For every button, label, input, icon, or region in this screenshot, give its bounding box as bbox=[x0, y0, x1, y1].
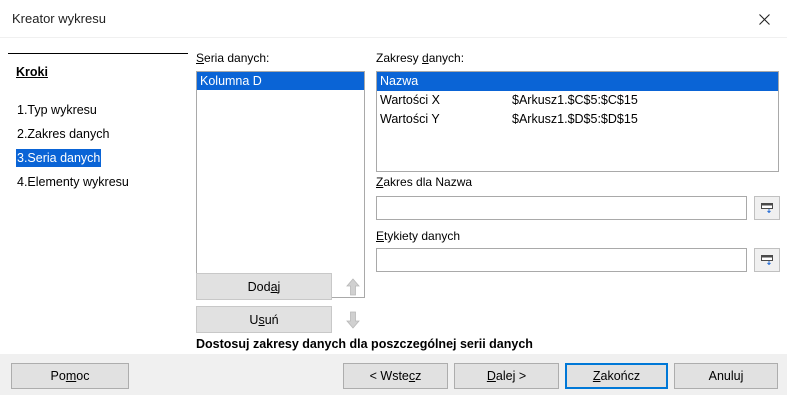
data-ranges-label: Zakresy danych: bbox=[376, 51, 465, 65]
title-bar: Kreator wykresu bbox=[0, 0, 787, 38]
shrink-range-button[interactable] bbox=[754, 196, 780, 220]
steps-heading: Kroki bbox=[16, 65, 48, 79]
shrink-icon bbox=[761, 203, 773, 213]
remove-series-button[interactable]: Us uń bbox=[196, 306, 332, 333]
move-up-button[interactable] bbox=[343, 273, 363, 301]
next-button[interactable]: Dalej > bbox=[454, 363, 559, 389]
hint-text: Dostosuj zakresy danych dla poszczególne… bbox=[196, 337, 533, 351]
range-role: Wartości X bbox=[380, 93, 440, 107]
data-series-list[interactable]: Kolumna D bbox=[196, 71, 365, 298]
range-value: $Arkusz1.$D$5:$D$15 bbox=[512, 112, 638, 126]
wizard-content: Kroki 1.Typ wykresu 2.Zakres danych 3.Se… bbox=[0, 38, 787, 354]
steps-divider bbox=[8, 53, 188, 54]
step-chart-type[interactable]: 1.Typ wykresu bbox=[16, 101, 98, 119]
cancel-button[interactable]: Anuluj bbox=[674, 363, 778, 389]
data-ranges-table[interactable]: Nazwa Wartości X $Arkusz1.$C$5:$C$15 War… bbox=[376, 71, 779, 172]
arrow-down-icon bbox=[346, 311, 360, 329]
range-for-name-label: Zakres dla Nazwa bbox=[376, 175, 473, 189]
back-button[interactable]: < Wste c z bbox=[343, 363, 448, 389]
help-button[interactable]: Po m oc bbox=[11, 363, 129, 389]
data-labels-label: Etykiety danych bbox=[376, 229, 461, 243]
data-labels-input[interactable] bbox=[376, 248, 747, 272]
list-item[interactable]: Kolumna D bbox=[197, 72, 364, 90]
table-row[interactable]: Wartości X $Arkusz1.$C$5:$C$15 bbox=[377, 91, 778, 110]
data-series-label: Seria danych: bbox=[196, 51, 270, 65]
close-icon bbox=[758, 13, 770, 25]
arrow-up-icon bbox=[346, 278, 360, 296]
step-chart-elements[interactable]: 4.Elementy wykresu bbox=[16, 173, 130, 191]
dialog-footer: Po m oc < Wste c z Dalej > Zakończ Anuluj bbox=[0, 354, 787, 395]
add-series-button[interactable]: Dod a j bbox=[196, 273, 332, 300]
range-value: $Arkusz1.$C$5:$C$15 bbox=[512, 93, 638, 107]
range-for-name-input[interactable] bbox=[376, 196, 747, 220]
window-title: Kreator wykresu bbox=[12, 11, 106, 26]
table-row[interactable]: Nazwa bbox=[377, 72, 778, 91]
move-down-button[interactable] bbox=[343, 306, 363, 334]
range-role: Nazwa bbox=[380, 74, 419, 88]
close-button[interactable] bbox=[741, 0, 787, 38]
step-data-series[interactable]: 3.Seria danych bbox=[16, 149, 102, 167]
shrink-icon bbox=[761, 255, 773, 265]
step-data-range[interactable]: 2.Zakres danych bbox=[16, 125, 110, 143]
table-row[interactable]: Wartości Y $Arkusz1.$D$5:$D$15 bbox=[377, 110, 778, 129]
shrink-labels-button[interactable] bbox=[754, 248, 780, 272]
range-role: Wartości Y bbox=[380, 112, 440, 126]
finish-button[interactable]: Zakończ bbox=[565, 363, 668, 389]
